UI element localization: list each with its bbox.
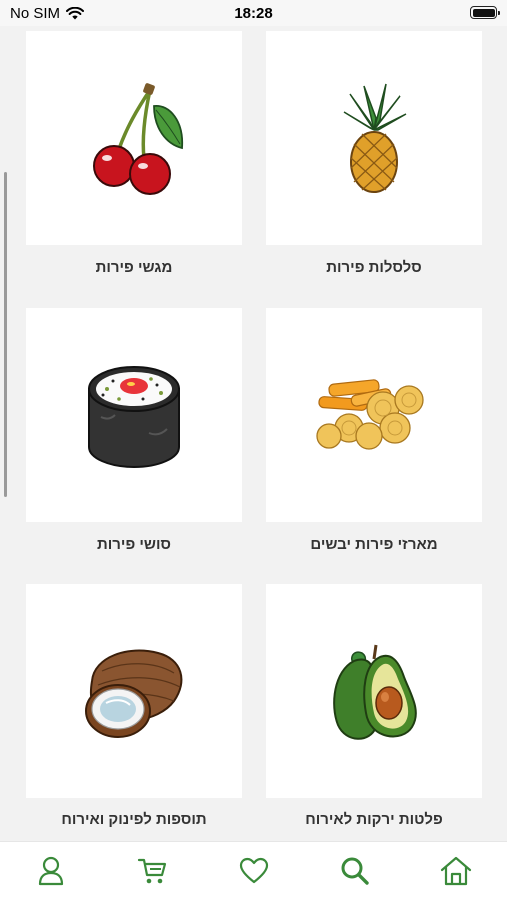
screen: No SIM 18:28 סלסלות פירות מגשי פירות מאר… xyxy=(0,0,507,900)
home-icon xyxy=(440,856,472,886)
tab-profile[interactable] xyxy=(34,854,68,888)
dried-fruit-icon xyxy=(316,379,424,450)
heart-icon xyxy=(239,857,269,884)
category-label[interactable]: מארזי פירות יבשים xyxy=(266,535,482,555)
profile-icon xyxy=(38,856,64,886)
tab-search[interactable] xyxy=(338,854,372,888)
status-time: 18:28 xyxy=(234,5,273,22)
battery-icon xyxy=(470,6,500,19)
tab-cart[interactable] xyxy=(135,854,169,888)
coconut-icon xyxy=(85,649,183,738)
tab-bar xyxy=(0,841,507,900)
category-label[interactable]: סושי פירות xyxy=(26,535,242,555)
category-card-fruit-trays[interactable] xyxy=(26,31,242,245)
cart-icon xyxy=(137,858,167,884)
category-card-fruit-baskets[interactable] xyxy=(266,31,482,245)
search-icon xyxy=(341,857,369,885)
tab-home[interactable] xyxy=(439,854,473,888)
category-card-fruit-sushi[interactable] xyxy=(26,308,242,522)
tab-favorites[interactable] xyxy=(237,854,271,888)
sushi-roll-icon xyxy=(88,366,180,468)
scroll-indicator[interactable] xyxy=(4,172,7,497)
status-bar: No SIM 18:28 xyxy=(0,0,507,26)
category-card-vegetable-platters[interactable] xyxy=(266,584,482,798)
avocado-icon xyxy=(333,644,417,740)
category-card-hosting-extras[interactable] xyxy=(26,584,242,798)
categories-grid: סלסלות פירות מגשי פירות מארזי פירות יבשי… xyxy=(0,26,507,841)
category-label[interactable]: פלטות ירקות לאירוח xyxy=(266,810,482,830)
category-card-dried-fruit-packs[interactable] xyxy=(266,308,482,522)
cherries-icon xyxy=(93,83,183,195)
category-label[interactable]: תוספות לפינוק ואירוח xyxy=(26,810,242,830)
pineapple-icon xyxy=(343,83,407,193)
category-label[interactable]: סלסלות פירות xyxy=(266,258,482,278)
category-label[interactable]: מגשי פירות xyxy=(26,258,242,278)
